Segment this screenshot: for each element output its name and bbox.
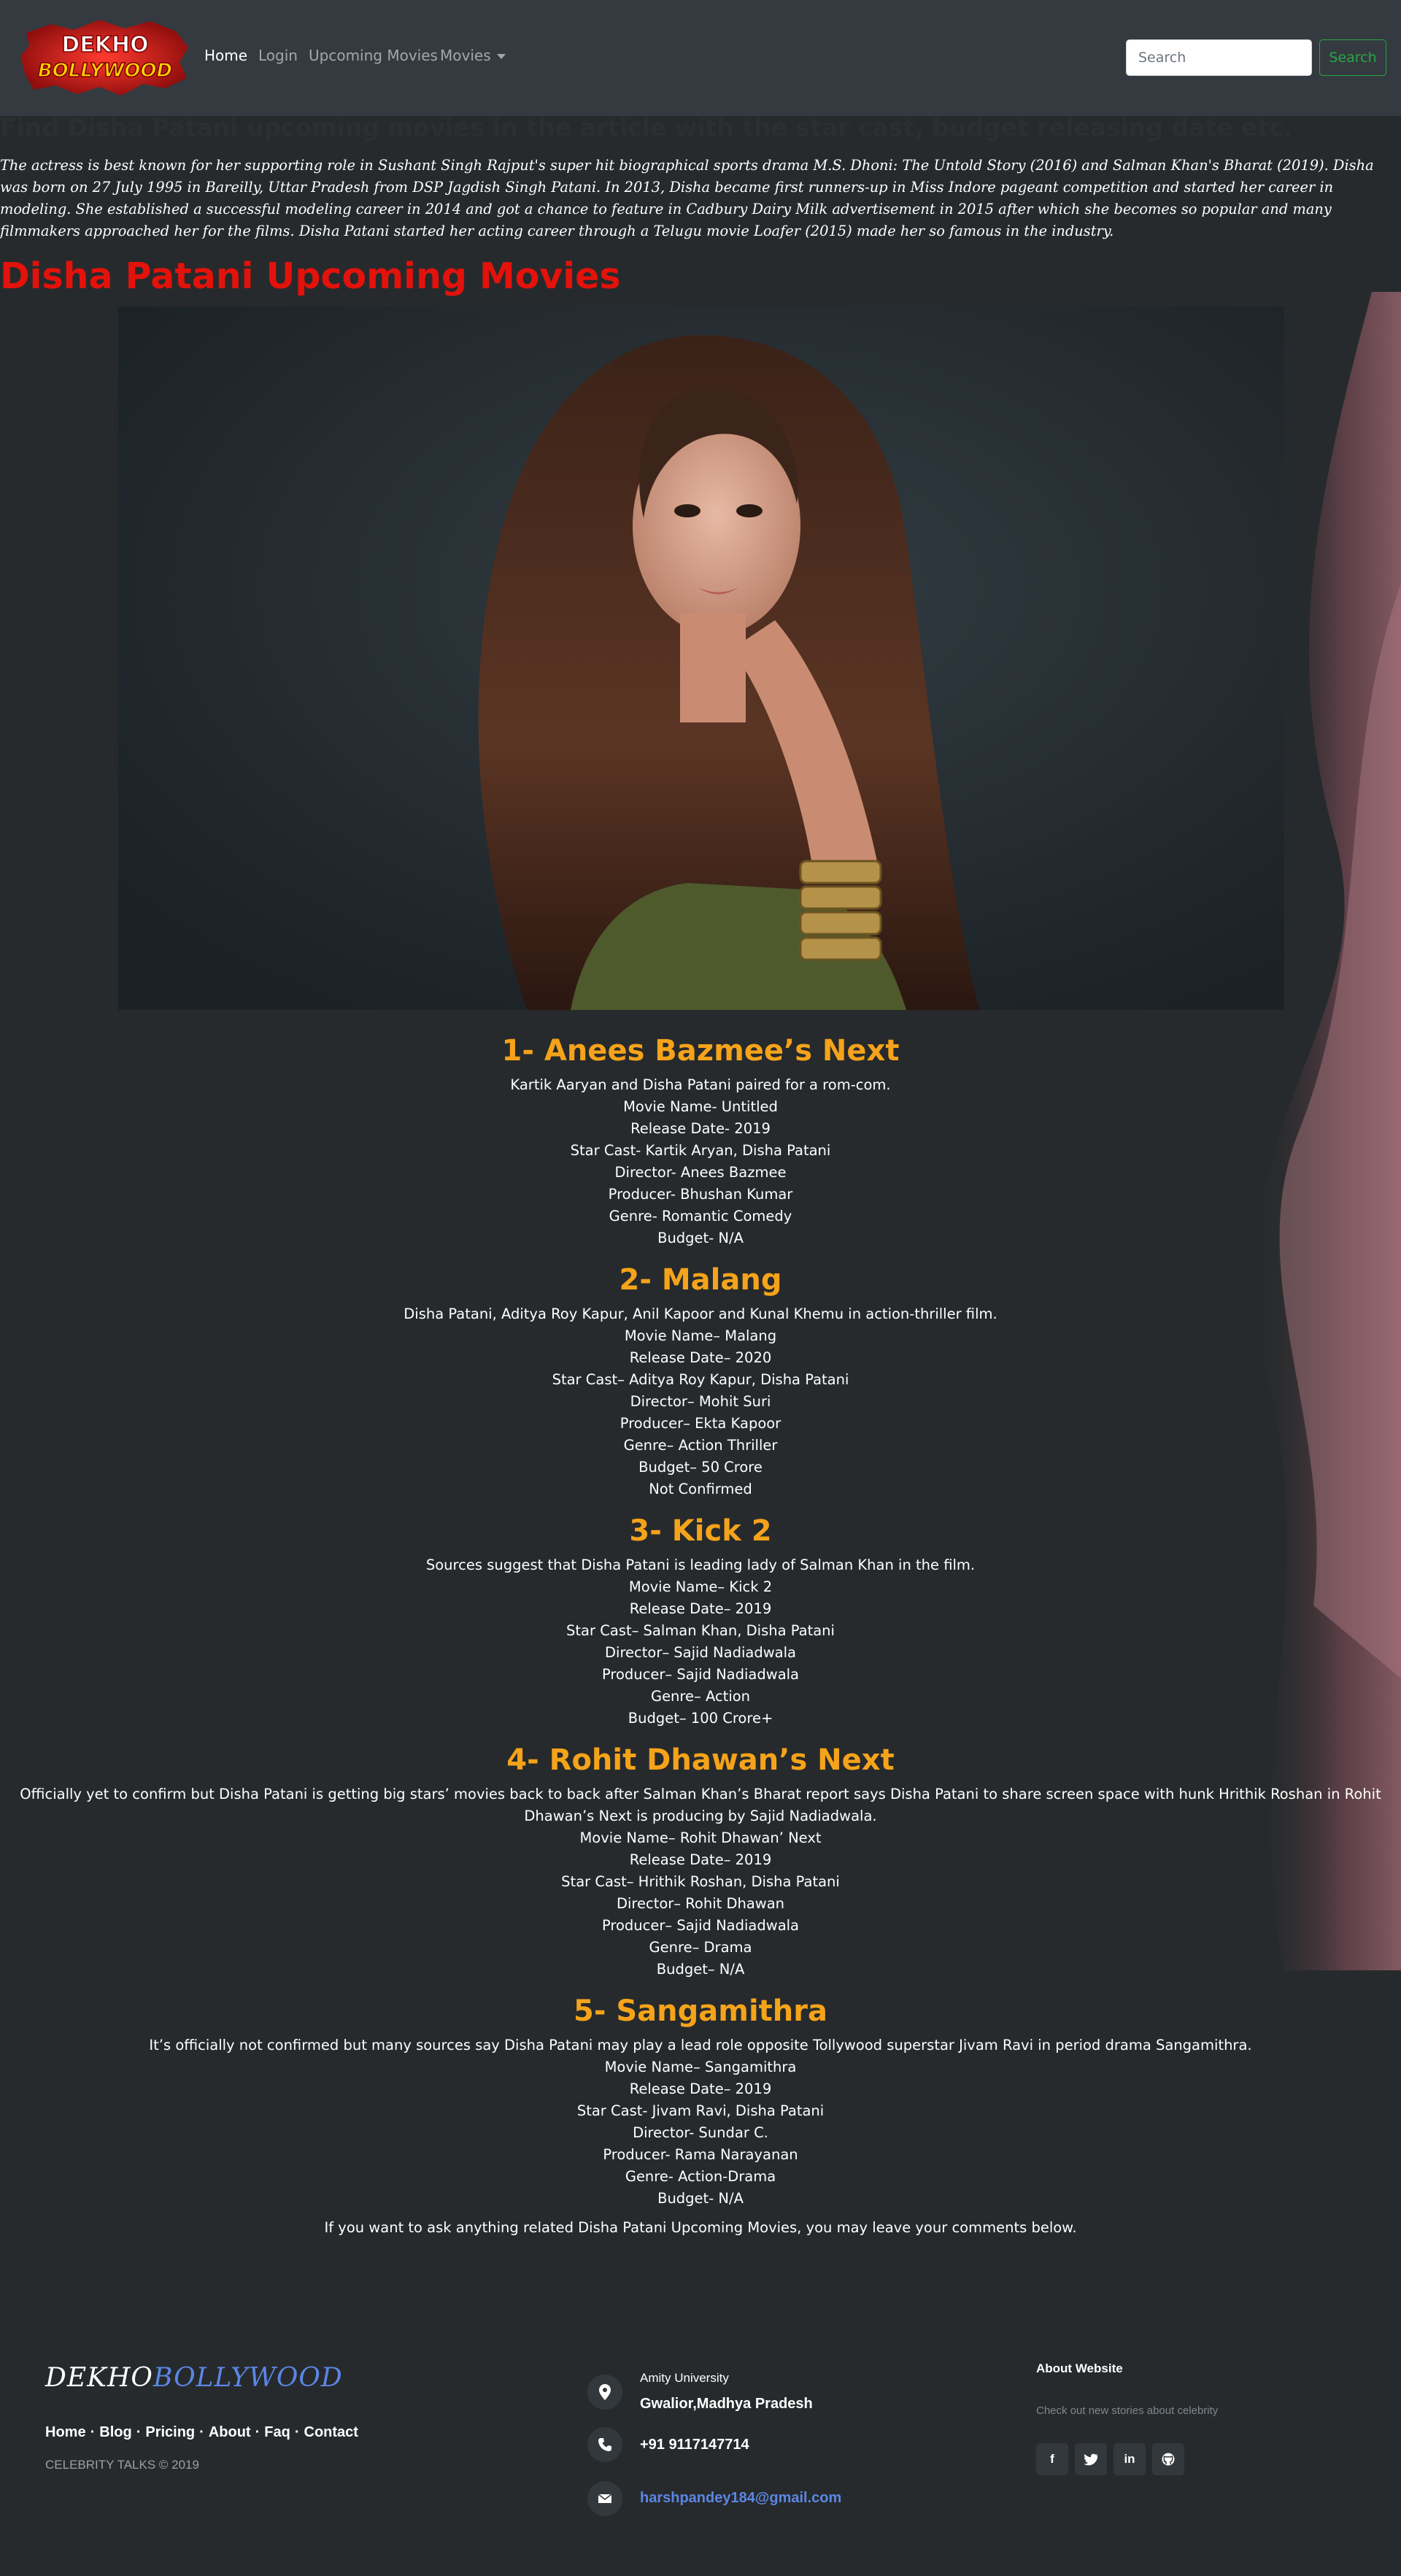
movie-detail-line: Director- Anees Bazmee [614,1164,787,1181]
movie-detail-line: Budget- N/A [657,2190,744,2207]
section-title: Disha Patani Upcoming Movies [0,255,621,297]
footer-link-contact[interactable]: Contact [304,2424,358,2440]
movie-detail-line: Director– Rohit Dhawan [616,1895,785,1912]
movies-list: 1- Anees Bazmee’s Next Kartik Aaryan and … [0,1027,1401,2239]
movie-block: 3- Kick 2 Sources suggest that Disha Pata… [0,1508,1401,1729]
nav-home-link[interactable]: Home [204,47,247,64]
nav-login-link[interactable]: Login [258,47,298,64]
movie-detail-line: Genre– Action Thriller [623,1437,778,1454]
movie-detail-line: Star Cast- Kartik Aryan, Disha Patani [570,1142,831,1159]
linkedin-icon[interactable]: in [1114,2443,1146,2475]
svg-text:DEKHO: DEKHO [61,32,148,58]
movie-detail-line: Star Cast– Hrithik Roshan, Disha Patani [561,1873,840,1890]
envelope-icon [587,2481,622,2516]
footer-email-link[interactable]: harshpandey184@gmail.com [640,2490,841,2507]
movie-detail-line: Kartik Aaryan and Disha Patani paired fo… [510,1076,891,1093]
chevron-down-icon [496,54,506,59]
footer-address-line1: Amity University [640,2371,729,2385]
movie-detail-line: Movie Name– Sangamithra [604,2059,797,2075]
closing-note: If you want to ask anything related Dish… [324,2219,1077,2236]
movie-block: 2- Malang Disha Patani, Aditya Roy Kapur,… [0,1257,1401,1500]
footer-links: Home · Blog · Pricing · About · Faq · Contact [45,2424,358,2440]
movie-detail-line: Genre– Drama [649,1939,752,1956]
movie-title: 3- Kick 2 [629,1514,772,1548]
movie-detail-line: Officially yet to confirm but Disha Pata… [20,1786,1381,1824]
nav-movies-label: Movies [440,47,491,64]
movie-title: 2- Malang [619,1263,782,1297]
footer-about-text: Check out new stories about celebrity [1036,2405,1219,2417]
search-button[interactable]: Search [1319,39,1386,76]
movie-detail-line: It’s officially not confirmed but many s… [149,2037,1252,2054]
movie-detail-line: Budget– N/A [656,1961,745,1978]
movie-detail-line: Star Cast– Aditya Roy Kapur, Disha Patan… [552,1371,849,1388]
movie-detail-line: Producer- Rama Narayanan [603,2146,798,2163]
movie-detail-line: Director– Sajid Nadiadwala [605,1644,796,1661]
movie-detail-line: Release Date– 2019 [629,2081,772,2097]
footer-link-pricing[interactable]: Pricing [145,2424,195,2440]
navbar: DEKHO BOLLYWOOD Home Login Upcoming Movi… [0,0,1401,116]
movie-detail-line: Release Date– 2019 [629,1600,772,1617]
movie-detail-line: Budget- N/A [657,1230,744,1246]
nav-upcoming-movies-link[interactable]: Upcoming Movies [309,47,438,64]
movie-block: 1- Anees Bazmee’s Next Kartik Aaryan and … [0,1027,1401,1249]
movie-detail-line: Release Date– 2020 [629,1349,772,1366]
svg-text:BOLLYWOOD: BOLLYWOOD [38,60,172,82]
phone-icon [587,2427,622,2462]
movie-detail-line: Release Date– 2019 [629,1851,772,1868]
movie-detail-line: Producer– Ekta Kapoor [620,1415,781,1432]
footer-link-home[interactable]: Home [45,2424,86,2440]
movie-title: 4- Rohit Dhawan’s Next [506,1743,895,1777]
footer-address-line2: Gwalior,Madhya Pradesh [640,2396,813,2412]
movie-detail-line: Genre- Romantic Comedy [609,1208,792,1225]
footer-about-title: About Website [1036,2361,1123,2375]
movie-detail-line: Producer- Bhushan Kumar [608,1186,793,1203]
movie-detail-line: Genre- Action-Drama [625,2168,776,2185]
movie-detail-line: Not Confirmed [649,1481,752,1497]
intro-paragraph: The actress is best known for her suppor… [0,157,1374,239]
movie-detail-line: Budget– 100 Crore+ [628,1710,773,1727]
footer-link-faq[interactable]: Faq [264,2424,290,2440]
disha-patani-portrait-image [118,306,1284,1010]
footer-copyright: CELEBRITY TALKS © 2019 [45,2458,199,2472]
movie-detail-line: Budget– 50 Crore [638,1459,763,1476]
intro-heading: Find Disha Patani upcoming movies in the… [0,113,1293,142]
nav-movies-dropdown[interactable]: Movies [440,47,506,64]
movie-detail-line: Release Date- 2019 [630,1120,771,1137]
movie-detail-line: Genre– Action [650,1688,751,1705]
footer-logo[interactable]: DEKHOBOLLYWOOD [45,2363,343,2393]
facebook-icon[interactable]: f [1036,2443,1068,2475]
movie-detail-line: Sources suggest that Disha Patani is lea… [425,1557,976,1573]
movie-detail-line: Director- Sundar C. [633,2124,768,2141]
twitter-icon[interactable] [1075,2443,1107,2475]
movie-detail-line: Star Cast- Jivam Ravi, Disha Patani [576,2102,825,2119]
github-icon[interactable] [1152,2443,1184,2475]
movie-title: 1- Anees Bazmee’s Next [501,1034,900,1068]
site-logo[interactable]: DEKHO BOLLYWOOD [19,18,191,97]
movie-detail-line: Movie Name- Untitled [623,1098,778,1115]
map-marker-icon [587,2375,622,2410]
movie-title: 5- Sangamithra [574,1994,827,2028]
movie-detail-line: Producer– Sajid Nadiadwala [601,1917,800,1934]
movie-block: 5- Sangamithra It’s officially not confir… [0,1988,1401,2210]
movie-detail-line: Movie Name– Malang [624,1327,777,1344]
movie-detail-line: Director– Mohit Suri [630,1393,771,1410]
movie-detail-line: Movie Name– Rohit Dhawan’ Next [579,1829,822,1846]
footer-link-blog[interactable]: Blog [99,2424,131,2440]
movie-detail-line: Producer– Sajid Nadiadwala [601,1666,800,1683]
footer-logo-part-a: DEKHO [45,2363,153,2393]
movie-detail-line: Movie Name– Kick 2 [628,1578,773,1595]
movie-detail-line: Star Cast– Salman Khan, Disha Patani [566,1622,835,1639]
footer-phone[interactable]: +91 9117147714 [640,2437,749,2453]
movie-block: 4- Rohit Dhawan’s Next Officially yet to … [0,1737,1401,1981]
search-input[interactable] [1126,39,1312,76]
footer-logo-part-b: BOLLYWOOD [153,2363,343,2393]
movie-detail-line: Disha Patani, Aditya Roy Kapur, Anil Kap… [404,1306,997,1322]
footer-link-about[interactable]: About [209,2424,251,2440]
